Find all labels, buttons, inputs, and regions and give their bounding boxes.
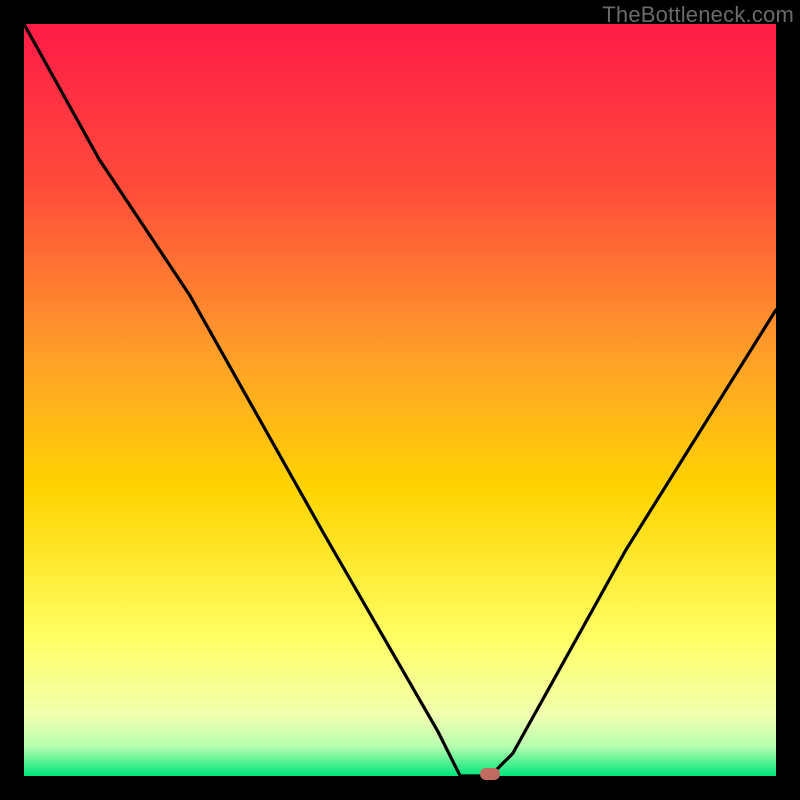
- plot-area: [24, 24, 776, 776]
- optimal-marker: [480, 768, 500, 780]
- chart-svg: [24, 24, 776, 776]
- watermark-text: TheBottleneck.com: [602, 2, 794, 28]
- chart-frame: TheBottleneck.com: [0, 0, 800, 800]
